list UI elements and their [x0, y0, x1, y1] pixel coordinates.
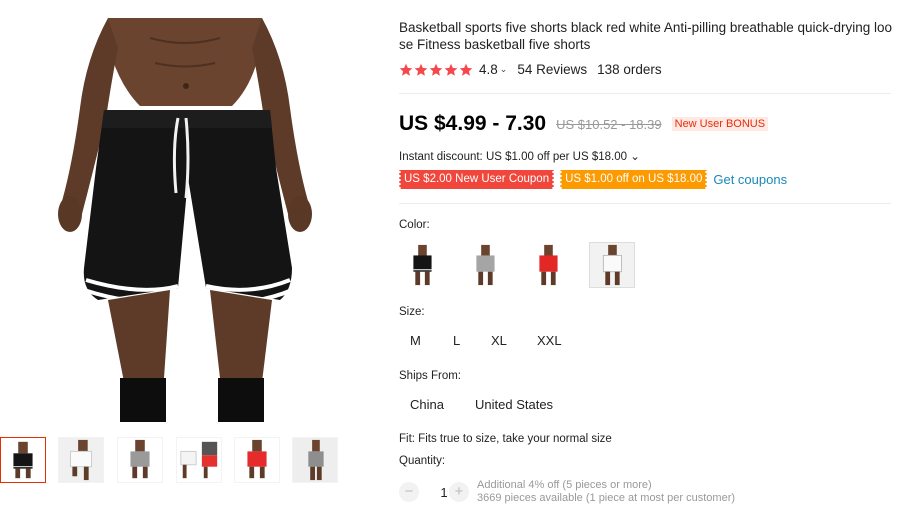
- rating-value[interactable]: 4.8: [479, 62, 498, 77]
- color-swatch-grey[interactable]: [462, 242, 508, 288]
- thumbnail-red-shorts[interactable]: [234, 437, 280, 483]
- thumbnail-white-red-combo[interactable]: [176, 437, 222, 483]
- thumbnail-grey-shorts-side[interactable]: [292, 437, 338, 483]
- main-product-image[interactable]: [0, 18, 385, 422]
- bulk-discount-note: Additional 4% off (5 pieces or more): [477, 479, 652, 491]
- thumbnail-black-shorts[interactable]: [0, 437, 46, 483]
- get-coupons-link[interactable]: Get coupons: [713, 172, 787, 187]
- rating-row: 4.8 ⌄ 54 Reviews 138 orders: [399, 62, 662, 77]
- color-swatch-black[interactable]: [399, 242, 445, 288]
- color-label: Color:: [399, 219, 430, 231]
- fit-note: Fit: Fits true to size, take your normal…: [399, 433, 612, 445]
- original-price: US $10.52 - 18.39: [556, 116, 662, 132]
- chevron-down-icon[interactable]: ⌄: [500, 64, 508, 75]
- quantity-decrement-button[interactable]: −: [399, 482, 419, 502]
- product-title: Basketball sports five shorts black red …: [399, 20, 893, 52]
- star-icon: [444, 63, 458, 76]
- size-option-xxl[interactable]: XXL: [537, 333, 562, 348]
- new-user-coupon[interactable]: US $2.00 New User Coupon: [397, 170, 556, 189]
- thumbnail-white-shorts[interactable]: [58, 437, 104, 483]
- quantity-notes: Additional 4% off (5 pieces or more) 366…: [477, 479, 735, 505]
- current-price: US $4.99 - 7.30: [399, 112, 547, 135]
- star-icon: [429, 63, 443, 76]
- ships-from-united-states[interactable]: United States: [475, 397, 553, 412]
- color-swatch-white[interactable]: [589, 242, 635, 288]
- color-swatch-red[interactable]: [525, 242, 571, 288]
- size-label: Size:: [399, 306, 425, 318]
- orders-count: 138 orders: [597, 62, 662, 77]
- star-icon: [414, 63, 428, 76]
- quantity-increment-button[interactable]: +: [449, 482, 469, 502]
- price-row: US $4.99 - 7.30 US $10.52 - 18.39 New Us…: [399, 112, 769, 136]
- size-option-m[interactable]: M: [410, 333, 421, 348]
- new-user-bonus-badge: New User BONUS: [671, 117, 769, 131]
- coupon-row: US $2.00 New User Coupon US $1.00 off on…: [397, 170, 787, 189]
- instant-discount[interactable]: Instant discount: US $1.00 off per US $1…: [399, 149, 640, 163]
- divider: [399, 203, 891, 204]
- star-icon: [399, 63, 413, 76]
- star-icon: [459, 63, 473, 76]
- stock-note: 3669 pieces available (1 piece at most p…: [477, 492, 736, 504]
- size-option-l[interactable]: L: [453, 333, 460, 348]
- quantity-label: Quantity:: [399, 455, 446, 467]
- product-info: Basketball sports five shorts black red …: [397, 19, 894, 504]
- store-coupon[interactable]: US $1.00 off on US $18.00: [559, 170, 709, 189]
- thumbnail-grey-shorts[interactable]: [117, 437, 163, 483]
- reviews-link[interactable]: 54 Reviews: [517, 62, 587, 77]
- size-option-xl[interactable]: XL: [491, 333, 507, 348]
- quantity-stepper: − 1 + Additional 4% off (5 pieces or mor…: [399, 479, 735, 505]
- ships-from-china[interactable]: China: [410, 397, 444, 412]
- star-rating: [399, 63, 473, 77]
- divider: [399, 93, 891, 94]
- ships-from-label: Ships From:: [399, 370, 461, 382]
- product-photo-black-shorts: [58, 18, 312, 422]
